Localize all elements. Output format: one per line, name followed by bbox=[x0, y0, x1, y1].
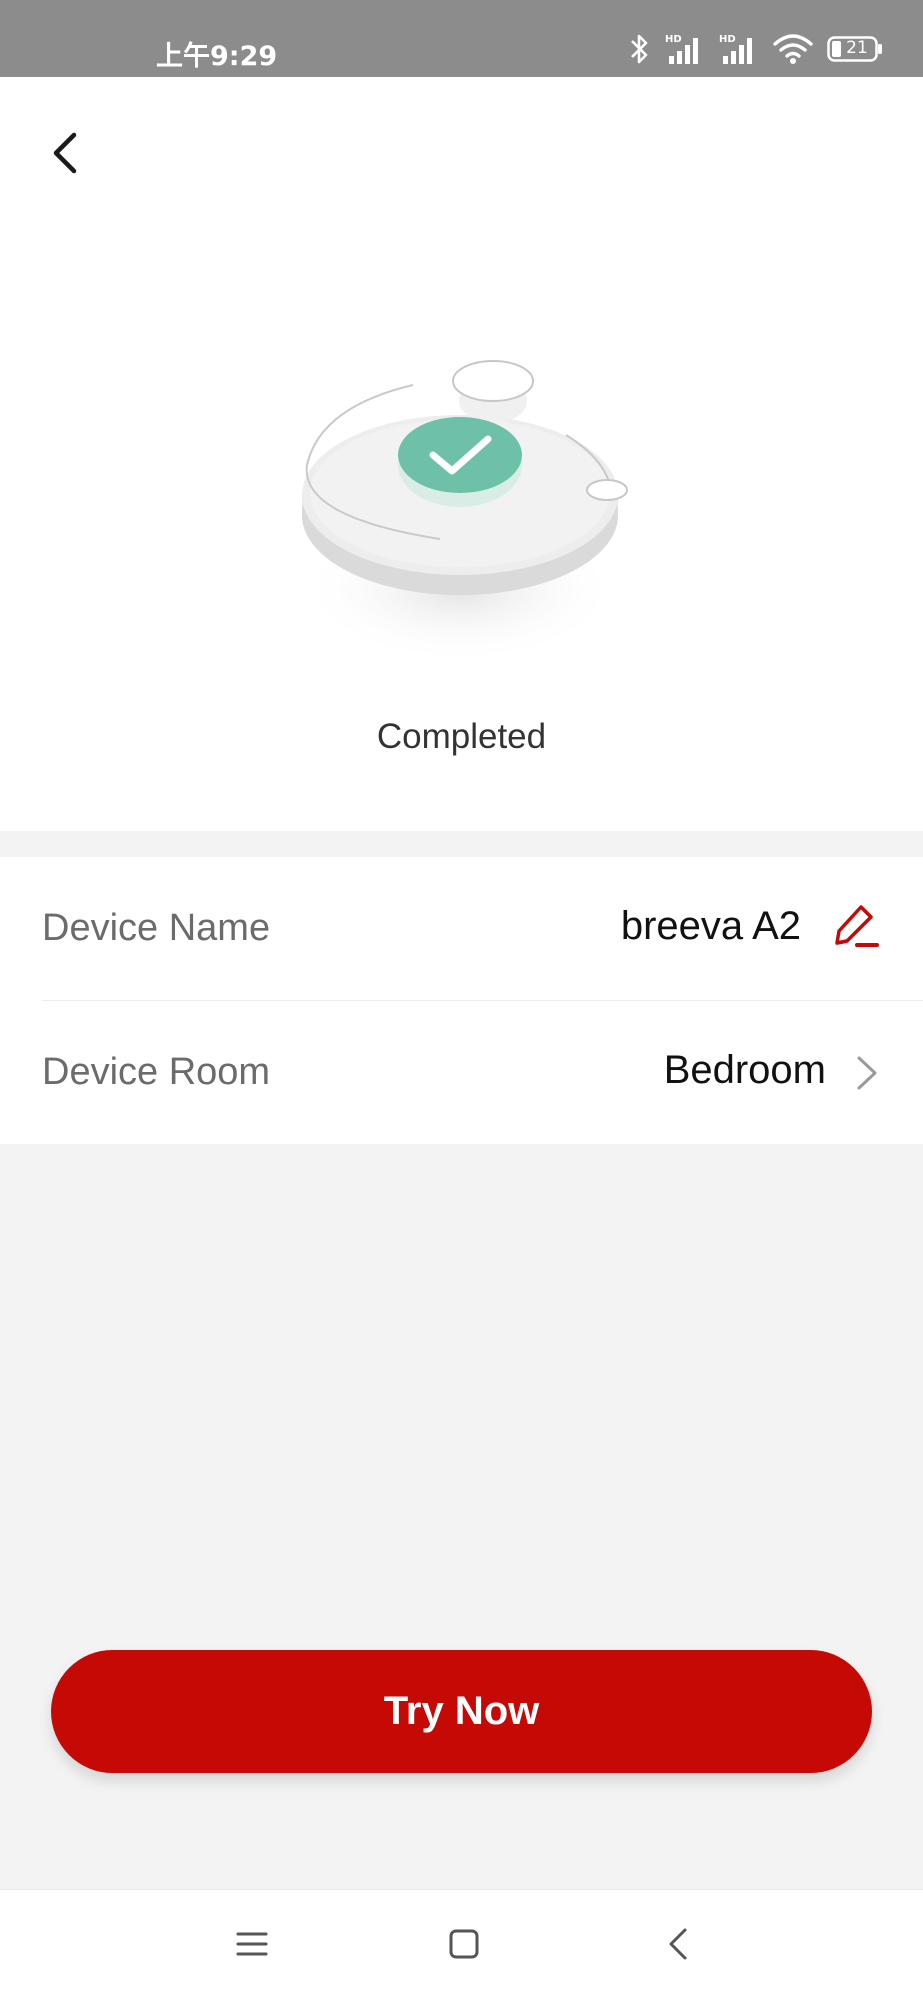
back-button[interactable] bbox=[42, 127, 94, 179]
device-completed-illustration bbox=[300, 360, 628, 664]
device-room-label: Device Room bbox=[42, 1051, 271, 1093]
device-room-value: Bedroom bbox=[663, 1048, 826, 1092]
device-name-label: Device Name bbox=[42, 907, 271, 949]
device-info-card: Device Name breeva A2 Device Room Bedroo… bbox=[0, 857, 923, 1144]
svg-text:HD: HD bbox=[719, 34, 736, 45]
svg-text:HD: HD bbox=[665, 34, 682, 45]
status-bar: 上午9:29 HD HD 21 bbox=[0, 0, 923, 77]
chevron-left-icon bbox=[53, 132, 77, 174]
system-nav-bar bbox=[0, 1889, 923, 2001]
bluetooth-icon bbox=[631, 34, 648, 64]
status-time: 上午9:29 bbox=[156, 41, 278, 72]
signal-hd-icon: HD bbox=[719, 34, 752, 64]
device-name-value: breeva A2 bbox=[620, 904, 801, 948]
chevron-right-icon bbox=[855, 1054, 879, 1092]
completed-status: Completed bbox=[376, 717, 547, 756]
battery-icon: 21 bbox=[827, 36, 883, 62]
device-name-row[interactable]: Device Name breeva A2 bbox=[0, 857, 923, 1001]
edit-icon[interactable] bbox=[831, 901, 881, 955]
back-icon[interactable] bbox=[655, 1920, 703, 1968]
status-icons: HD HD 21 bbox=[629, 32, 883, 66]
home-icon[interactable] bbox=[440, 1920, 488, 1968]
signal-hd-icon: HD bbox=[665, 34, 698, 64]
wifi-icon bbox=[773, 34, 813, 64]
menu-icon[interactable] bbox=[228, 1920, 276, 1968]
try-now-button[interactable]: Try Now bbox=[51, 1650, 872, 1773]
setup-result-panel: Completed bbox=[0, 77, 923, 831]
battery-level: 21 bbox=[846, 38, 868, 58]
device-room-row[interactable]: Device Room Bedroom bbox=[0, 1001, 923, 1144]
